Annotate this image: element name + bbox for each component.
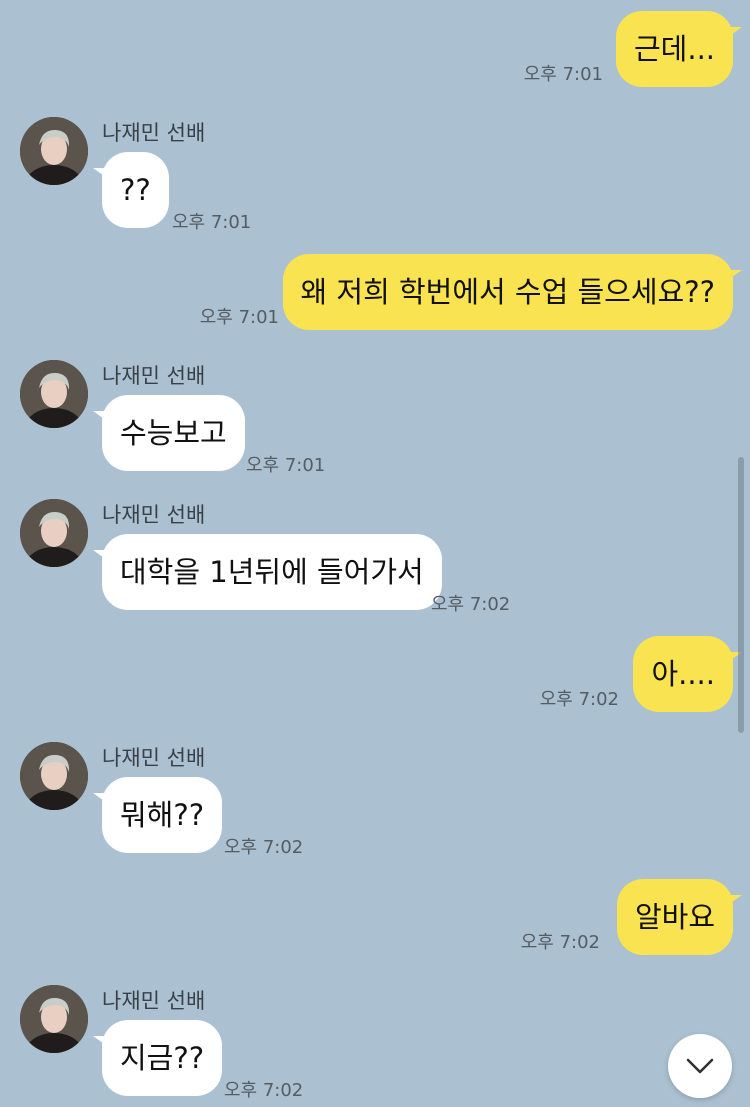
message-time: 오후 7:02 bbox=[224, 1080, 304, 1101]
message-time: 오후 7:01 bbox=[172, 212, 252, 233]
scroll-to-bottom-button[interactable] bbox=[668, 1034, 732, 1098]
profile-photo bbox=[20, 742, 88, 810]
chat-message-list[interactable]: 근데... 오후 7:01 나재민 선배 ?? 오후 7:01 왜 저희 학번에… bbox=[0, 0, 750, 1107]
profile-photo bbox=[20, 499, 88, 567]
sender-avatar[interactable] bbox=[20, 742, 88, 810]
message-time: 오후 7:01 bbox=[246, 455, 326, 476]
sender-avatar[interactable] bbox=[20, 360, 88, 428]
message-bubble[interactable]: 수능보고 bbox=[93, 395, 245, 471]
message-time: 오후 7:02 bbox=[539, 689, 619, 710]
message-time: 오후 7:02 bbox=[520, 932, 600, 953]
message-time: 오후 7:01 bbox=[199, 307, 279, 328]
sender-name: 나재민 선배 bbox=[102, 989, 206, 1013]
sender-avatar[interactable] bbox=[20, 985, 88, 1053]
sender-name: 나재민 선배 bbox=[102, 746, 206, 770]
message-bubble[interactable]: 근데... bbox=[615, 11, 743, 87]
profile-photo bbox=[20, 985, 88, 1053]
sender-name: 나재민 선배 bbox=[102, 364, 206, 388]
sender-name: 나재민 선배 bbox=[102, 121, 206, 145]
message-bubble[interactable]: 대학을 1년뒤에 들어가서 bbox=[93, 534, 442, 610]
chevron-down-icon bbox=[686, 1058, 714, 1074]
profile-photo bbox=[20, 117, 88, 185]
message-bubble[interactable]: 지금?? bbox=[92, 1020, 223, 1096]
message-bubble[interactable]: ?? bbox=[93, 152, 169, 228]
message-bubble[interactable]: 왜 저희 학번에서 수업 들으세요?? bbox=[282, 254, 742, 330]
profile-photo bbox=[20, 360, 88, 428]
sender-avatar[interactable] bbox=[20, 499, 88, 567]
message-time: 오후 7:02 bbox=[224, 837, 304, 858]
message-bubble[interactable]: 알바요 bbox=[616, 879, 743, 955]
scrollbar[interactable] bbox=[738, 457, 744, 733]
sender-name: 나재민 선배 bbox=[102, 503, 206, 527]
message-time: 오후 7:01 bbox=[523, 64, 603, 85]
message-bubble[interactable]: 뭐해?? bbox=[92, 777, 223, 853]
message-time: 오후 7:02 bbox=[431, 594, 511, 615]
sender-avatar[interactable] bbox=[20, 117, 88, 185]
message-bubble[interactable]: 아.... bbox=[633, 636, 742, 712]
